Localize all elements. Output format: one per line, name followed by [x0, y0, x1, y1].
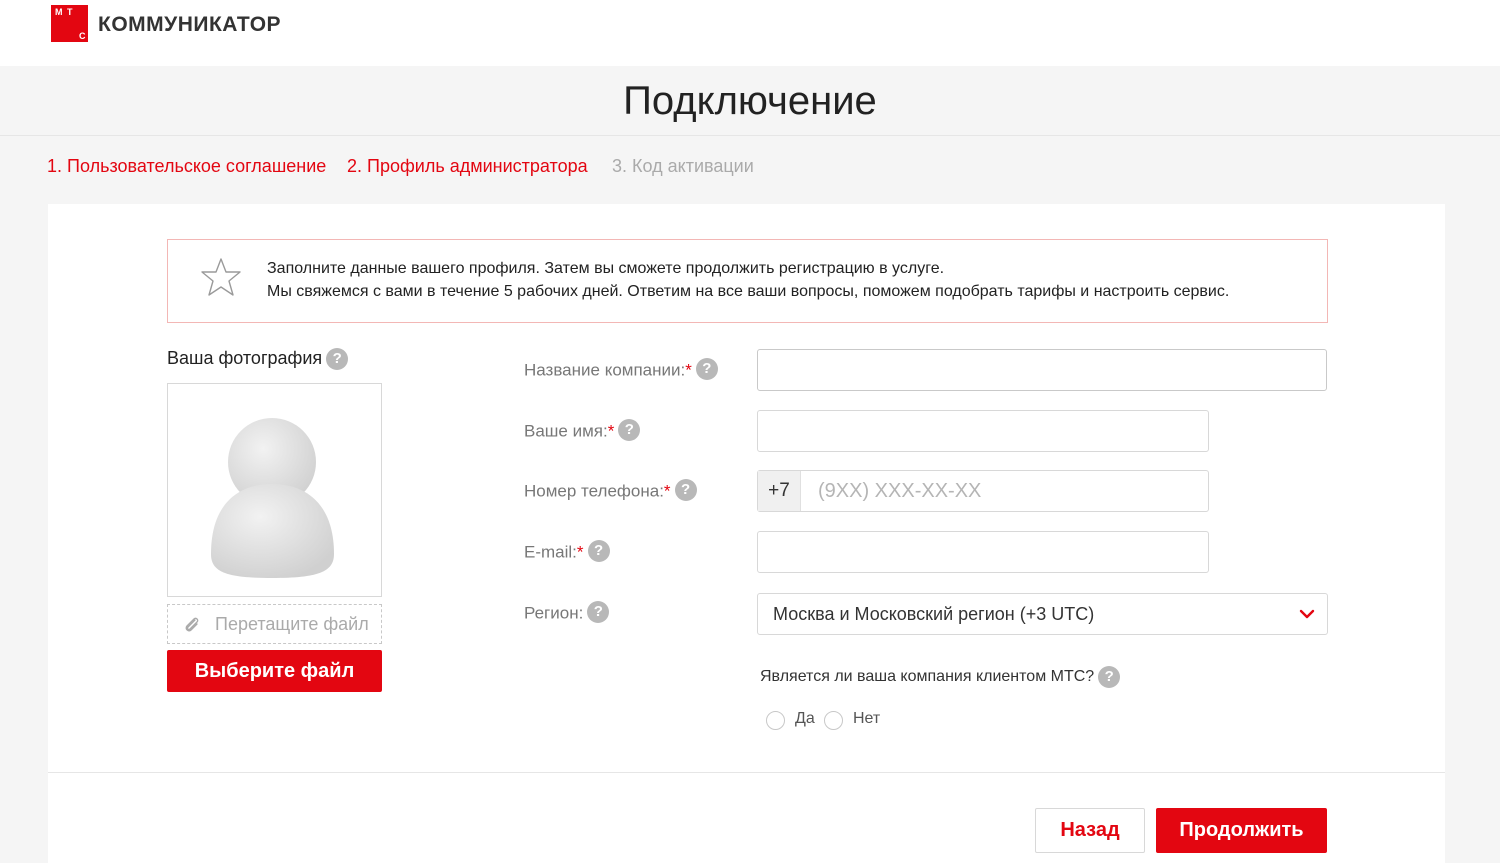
step-admin-profile[interactable]: 2. Профиль администратора: [347, 156, 588, 177]
avatar-placeholder-icon: [211, 418, 334, 578]
email-input[interactable]: [757, 531, 1209, 573]
logo-letter-t: Т: [67, 7, 73, 17]
title-bar: Подключение: [0, 66, 1500, 136]
name-label: Ваше имя:*?: [524, 419, 641, 443]
help-icon[interactable]: ?: [674, 479, 697, 501]
email-label-text: E-mail:: [524, 542, 577, 562]
brand-name: КОММУНИКАТОР: [98, 13, 282, 36]
step-activation-code: 3. Код активации: [612, 156, 754, 176]
name-input[interactable]: [757, 410, 1209, 452]
client-question-text: Является ли ваша компания клиентом МТС?: [760, 668, 1095, 686]
star-icon: [201, 258, 241, 296]
company-label: Название компании:*?: [524, 358, 718, 382]
email-label: E-mail:*?: [524, 540, 610, 564]
phone-placeholder: (9XX) XXX-XX-XX: [818, 480, 982, 502]
help-icon[interactable]: ?: [326, 348, 349, 371]
photo-label-text: Ваша фотография: [167, 348, 323, 368]
company-input[interactable]: [757, 349, 1327, 391]
required-mark: *: [685, 360, 692, 380]
company-label-text: Название компании:: [524, 360, 686, 380]
phone-prefix: +7: [758, 471, 801, 511]
footer-divider: [48, 772, 1445, 773]
choose-file-button[interactable]: Выберите файл: [167, 650, 382, 692]
radio-no[interactable]: [824, 711, 843, 730]
required-mark: *: [576, 542, 584, 562]
required-mark: *: [607, 421, 615, 441]
region-select[interactable]: Москва и Московский регион (+3 UTC): [757, 593, 1328, 635]
photo-label: Ваша фотография?: [167, 348, 349, 371]
region-label-text: Регион:: [524, 603, 584, 623]
chevron-down-icon: [1299, 609, 1315, 619]
mts-logo[interactable]: М Т С: [51, 5, 88, 42]
avatar-preview: [167, 383, 382, 597]
radio-no-label[interactable]: Нет: [853, 710, 880, 728]
phone-input[interactable]: +7 (9XX) XXX-XX-XX: [757, 470, 1209, 512]
continue-button[interactable]: Продолжить: [1156, 808, 1327, 853]
help-icon[interactable]: ?: [618, 419, 641, 441]
step-agreement[interactable]: 1. Пользовательское соглашение: [47, 156, 326, 177]
help-icon[interactable]: ?: [695, 358, 718, 380]
page-title: Подключение: [623, 79, 877, 123]
logo-letter-s: С: [79, 31, 86, 41]
notice-line-2: Мы свяжемся с вами в течение 5 рабочих д…: [267, 283, 1230, 300]
phone-label-text: Номер телефона:: [524, 481, 664, 501]
region-selected-value: Москва и Московский регион (+3 UTC): [773, 604, 1095, 624]
back-button[interactable]: Назад: [1035, 808, 1145, 853]
logo-letter-m: М: [55, 7, 63, 17]
phone-label: Номер телефона:*?: [524, 479, 697, 503]
top-bar: М Т С КОММУНИКАТОР: [0, 0, 1500, 66]
info-notice: Заполните данные вашего профиля. Затем в…: [167, 239, 1328, 323]
notice-line-1: Заполните данные вашего профиля. Затем в…: [267, 260, 945, 277]
help-icon[interactable]: ?: [1098, 666, 1121, 688]
help-icon[interactable]: ?: [587, 601, 610, 623]
paperclip-icon: [185, 617, 199, 632]
radio-yes-label[interactable]: Да: [795, 710, 815, 728]
radio-yes[interactable]: [766, 711, 785, 730]
client-question: Является ли ваша компания клиентом МТС??: [760, 666, 1121, 688]
region-label: Регион:?: [524, 601, 610, 625]
form-card: Заполните данные вашего профиля. Затем в…: [48, 204, 1445, 863]
help-icon[interactable]: ?: [587, 540, 610, 562]
drop-zone-label: Перетащите файл: [215, 614, 369, 634]
name-label-text: Ваше имя:: [524, 421, 608, 441]
required-mark: *: [663, 481, 671, 501]
file-drop-zone[interactable]: Перетащите файл: [167, 604, 382, 644]
